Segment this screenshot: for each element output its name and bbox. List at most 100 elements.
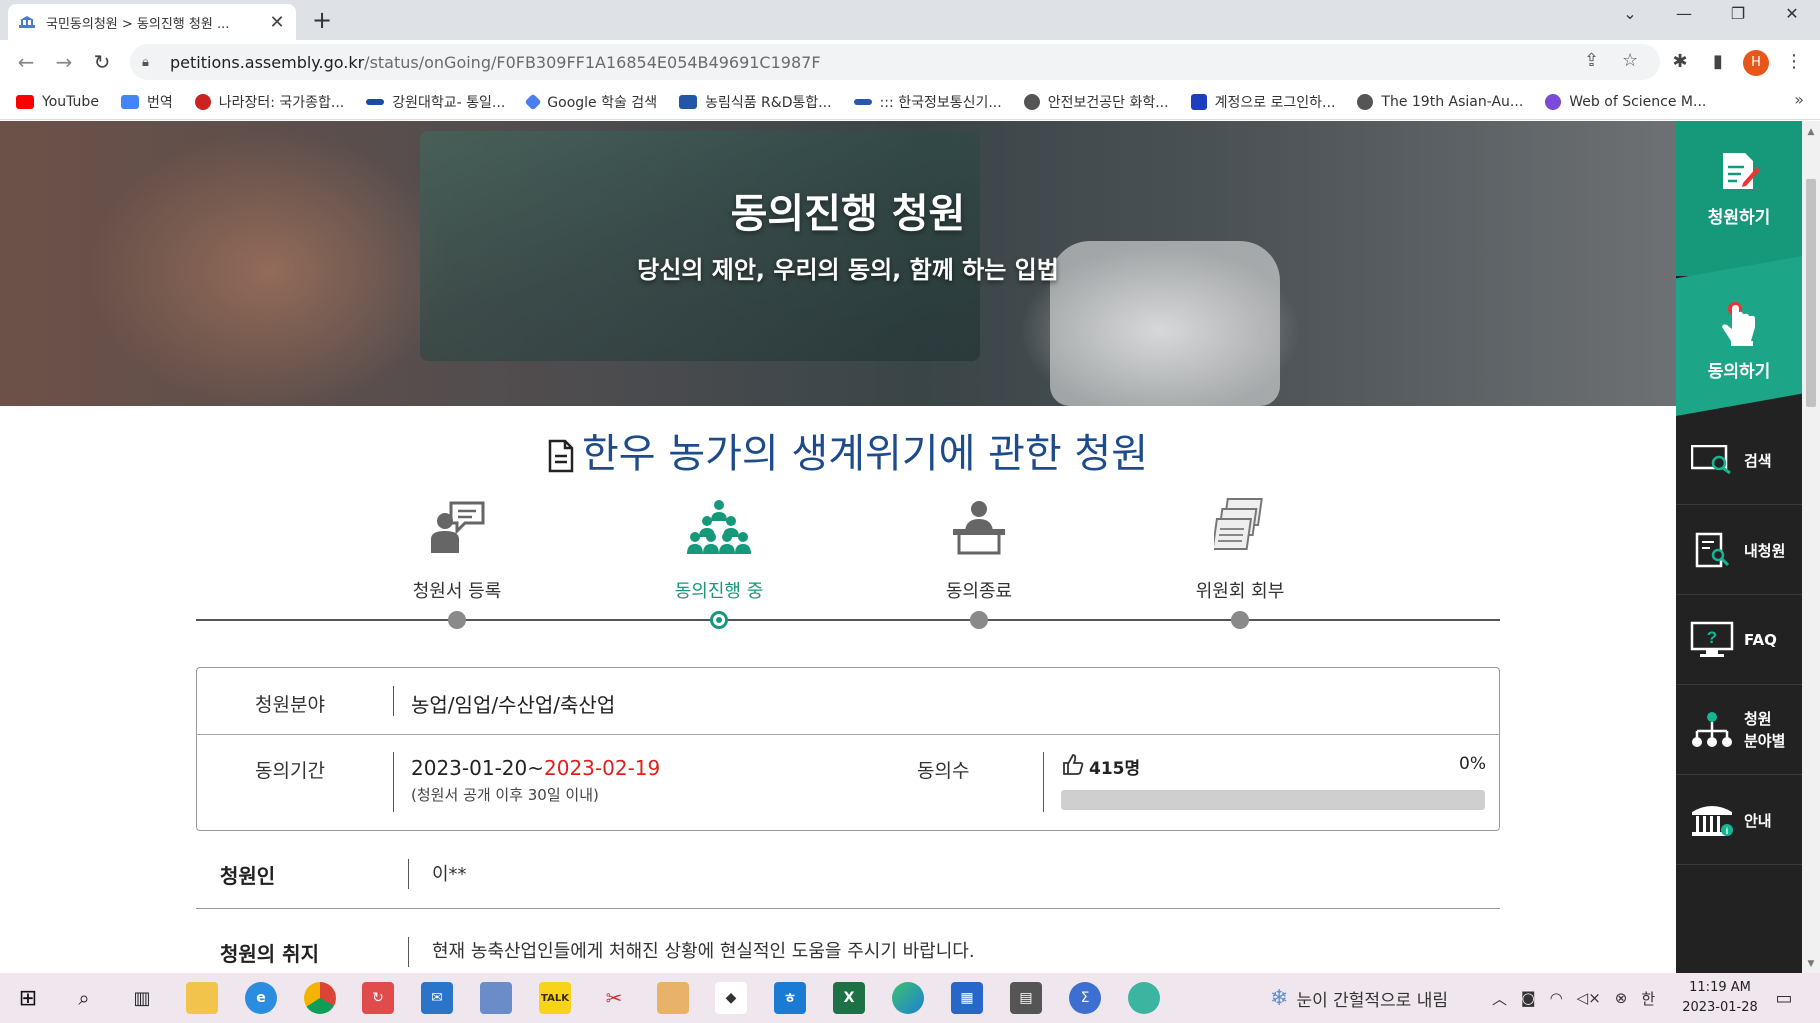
chrome-icon[interactable] bbox=[304, 982, 336, 1014]
bookmark-asian-au[interactable]: The 19th Asian-Au... bbox=[1357, 93, 1523, 110]
file-explorer-icon[interactable] bbox=[186, 982, 218, 1014]
field-label: 청원분야 bbox=[255, 694, 325, 716]
task-view-icon[interactable]: ▥ bbox=[126, 982, 158, 1014]
url-host: petitions.assembly.go.kr bbox=[170, 52, 365, 72]
app-globe-icon[interactable]: Σ bbox=[1069, 982, 1101, 1014]
document-viewer-icon[interactable] bbox=[480, 982, 512, 1014]
sync-app-icon[interactable]: ↻ bbox=[362, 982, 394, 1014]
tab-close-icon[interactable]: ✕ bbox=[268, 12, 286, 33]
bookmark-login[interactable]: 계정으로 로그인하... bbox=[1190, 92, 1335, 112]
snipping-tool-icon[interactable]: ✂ bbox=[598, 982, 630, 1014]
petition-title: 한우 농가의 생계위기에 관한 청원 bbox=[0, 421, 1696, 479]
bookmark-scholar[interactable]: Google 학술 검색 bbox=[524, 92, 657, 112]
tab-title: 국민동의청원 > 동의진행 청원 ... bbox=[46, 16, 230, 32]
step-dot bbox=[1231, 611, 1249, 629]
svg-text:i: i bbox=[1726, 826, 1729, 836]
paint-icon[interactable] bbox=[657, 982, 689, 1014]
wifi-icon[interactable]: ◠ bbox=[1550, 989, 1563, 1007]
camera-icon[interactable]: ◙ bbox=[1521, 989, 1536, 1007]
url-path: /status/onGoing/F0FB309FF1A16854E054B496… bbox=[364, 52, 821, 72]
share-icon[interactable]: ⇪ bbox=[1584, 50, 1599, 71]
restore-icon[interactable]: ❐ bbox=[1718, 4, 1758, 23]
field-value: 농업/임업/수산업/축산업 bbox=[411, 693, 616, 717]
scroll-thumb[interactable] bbox=[1806, 179, 1816, 407]
period-note: (청원서 공개 이후 30일 이내) bbox=[411, 786, 599, 804]
assembly-building-icon: i bbox=[1692, 806, 1733, 836]
kakaotalk-icon[interactable]: TALK bbox=[539, 982, 571, 1014]
step-label: 청원서 등록 bbox=[412, 581, 502, 602]
window-close-icon[interactable]: ✕ bbox=[1772, 4, 1812, 23]
step-label: 동의진행 중 bbox=[674, 581, 764, 602]
bookmark-kangwon[interactable]: 강원대학교- 통일... bbox=[366, 92, 505, 112]
snow-icon: ❄ bbox=[1270, 985, 1289, 1011]
profile-avatar[interactable]: H bbox=[1743, 50, 1769, 76]
app-color-icon[interactable]: ◆ bbox=[715, 982, 747, 1014]
sidebar-item-my-petition[interactable]: 내청원 bbox=[1676, 506, 1802, 595]
step-agreement-ongoing: 동의진행 중 bbox=[619, 493, 819, 629]
globe-icon bbox=[1357, 93, 1374, 110]
system-clock[interactable]: 11:19 AM 2023-01-28 bbox=[1675, 978, 1765, 1018]
bookmark-kosha[interactable]: 안전보건공단 화학... bbox=[1023, 92, 1169, 112]
address-bar[interactable]: 🔒︎ petitions.assembly.go.kr /status/onGo… bbox=[130, 44, 1660, 80]
thumbs-up-icon bbox=[1063, 754, 1084, 775]
edge-icon[interactable] bbox=[892, 982, 924, 1014]
extensions-icon[interactable]: ✱ bbox=[1666, 48, 1694, 76]
rnd-icon bbox=[679, 94, 698, 109]
bookmark-youtube[interactable]: YouTube bbox=[16, 94, 99, 110]
windows-taskbar: ⊞ ⌕ ▥ e ↻ ✉ TALK ✂ ◆ ㅎ X ▦ ▤ Σ ❄ 눈이 간헐적으… bbox=[0, 973, 1820, 1023]
bookmark-wos[interactable]: Web of Science M... bbox=[1545, 93, 1706, 110]
progress-steps: 청원서 등록 동의진행 중 동의종료 위원회 회부 bbox=[196, 493, 1500, 629]
step-committee-referral: 위원회 회부 bbox=[1140, 493, 1340, 629]
mail-icon[interactable]: ✉ bbox=[421, 982, 453, 1014]
internet-explorer-icon[interactable]: e bbox=[245, 982, 277, 1014]
volume-muted-icon[interactable]: ◁× bbox=[1577, 989, 1601, 1007]
write-document-icon bbox=[1723, 153, 1760, 189]
bookmark-translate[interactable]: 번역 bbox=[120, 92, 173, 112]
bookmark-star-icon[interactable]: ☆ bbox=[1622, 50, 1638, 71]
side-panel-icon[interactable]: ▮ bbox=[1704, 48, 1732, 76]
excel-icon[interactable]: X bbox=[833, 982, 865, 1014]
new-tab-button[interactable]: + bbox=[308, 6, 336, 34]
calculator-icon[interactable]: ▤ bbox=[1010, 982, 1042, 1014]
registration-icon bbox=[431, 501, 485, 553]
page-scrollbar[interactable]: ▲ ▼ bbox=[1802, 121, 1820, 973]
sidebar-item-guide[interactable]: i 안내 bbox=[1676, 776, 1802, 865]
tab-search-icon[interactable]: ⌄ bbox=[1610, 4, 1650, 23]
scroll-up-icon[interactable]: ▲ bbox=[1802, 127, 1820, 137]
hero-banner: 동의진행 청원 당신의 제안, 우리의 동의, 함께 하는 입법 bbox=[0, 121, 1676, 406]
browser-tabstrip: 국민동의청원 > 동의진행 청원 ... ✕ + ⌄ — ❐ ✕ bbox=[0, 0, 1820, 40]
browser-tab[interactable]: 국민동의청원 > 동의진행 청원 ... ✕ bbox=[8, 4, 296, 40]
minimize-icon[interactable]: — bbox=[1664, 4, 1704, 23]
sync-off-icon[interactable]: ⊗ bbox=[1615, 989, 1628, 1007]
search-icon[interactable]: ⌕ bbox=[68, 982, 100, 1014]
browser-app-icon[interactable] bbox=[1128, 982, 1160, 1014]
sidebar-item-by-category[interactable]: 청원 분야별 bbox=[1676, 686, 1802, 775]
forward-icon[interactable]: → bbox=[50, 48, 78, 76]
category-tree-icon bbox=[1692, 712, 1732, 747]
store-icon[interactable]: ▦ bbox=[951, 982, 983, 1014]
hancom-icon[interactable]: ㅎ bbox=[774, 982, 806, 1014]
globe-icon bbox=[1023, 93, 1040, 110]
reload-icon[interactable]: ↻ bbox=[88, 48, 116, 76]
step-dot bbox=[448, 611, 466, 629]
sidebar-item-faq[interactable]: ? FAQ bbox=[1676, 596, 1802, 685]
petition-submit-button[interactable]: 청원하기 bbox=[1676, 149, 1802, 228]
ime-indicator[interactable]: 한 bbox=[1641, 988, 1655, 1009]
menu-kebab-icon[interactable]: ⋮ bbox=[1780, 48, 1808, 76]
petition-submit-label: 청원하기 bbox=[1707, 208, 1771, 228]
agree-button[interactable]: 동의하기 bbox=[1676, 299, 1802, 382]
back-icon[interactable]: ← bbox=[12, 48, 40, 76]
chevron-up-icon[interactable]: ︿ bbox=[1492, 988, 1507, 1009]
sidebar-item-search[interactable]: 검색 bbox=[1676, 416, 1802, 505]
bookmark-tta[interactable]: ::: 한국정보통신기... bbox=[853, 92, 1002, 112]
petitioner-label: 청원인 bbox=[220, 864, 276, 888]
scroll-down-icon[interactable]: ▼ bbox=[1802, 959, 1820, 969]
bookmark-g2b[interactable]: 나라장터: 국가종합... bbox=[194, 92, 344, 112]
hero-subtitle: 당신의 제안, 우리의 동의, 함께 하는 입법 bbox=[637, 256, 1059, 284]
petitioner-row: 청원인 이** bbox=[196, 841, 1500, 909]
bookmarks-more-icon[interactable]: » bbox=[1794, 90, 1804, 109]
bookmark-rnd[interactable]: 농림식품 R&D통합... bbox=[679, 92, 832, 112]
weather-widget[interactable]: ❄ 눈이 간헐적으로 내림 bbox=[1270, 973, 1448, 1023]
windows-start-icon[interactable]: ⊞ bbox=[12, 982, 44, 1014]
notification-icon[interactable]: ▭ bbox=[1768, 982, 1800, 1014]
